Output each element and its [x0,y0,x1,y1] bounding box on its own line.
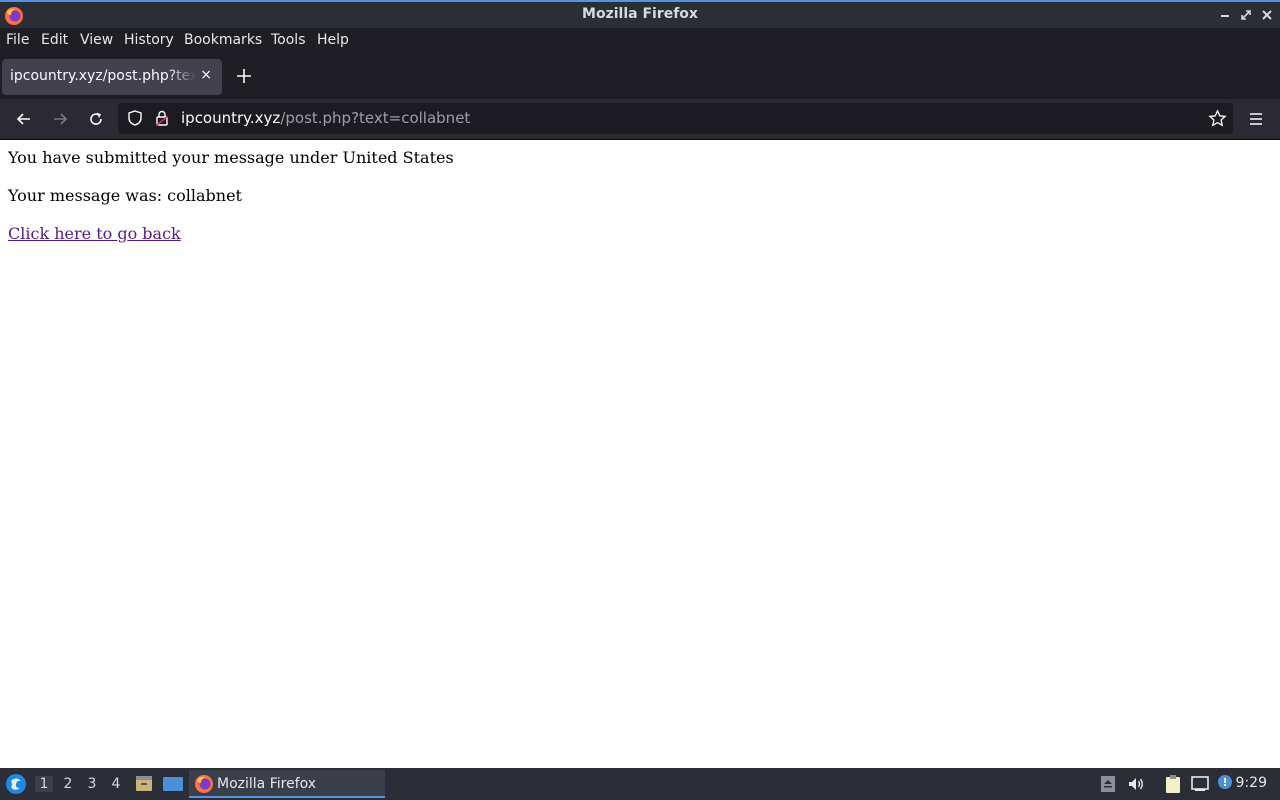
eject-icon[interactable] [1098,774,1118,794]
plus-icon [237,69,251,83]
lock-icon[interactable] [153,109,171,127]
close-window-button[interactable] [1258,6,1276,24]
arrow-right-icon [54,113,68,125]
url-path: /post.php?text=collabnet [280,109,471,127]
arrow-left-icon [16,113,30,125]
reload-icon [90,112,102,125]
new-tab-button[interactable] [234,66,254,86]
start-menu-icon[interactable] [5,773,27,795]
url-bar[interactable]: ipcountry.xyz/post.php?text=collabnet [118,103,1233,134]
clipboard-icon[interactable] [1163,774,1183,794]
maximize-button[interactable] [1237,6,1255,24]
menu-view[interactable]: View [80,32,113,48]
tab-strip: ipcountry.xyz/post.php?text=collabnet × [0,54,1280,99]
workspace-1[interactable]: 1 [35,776,53,792]
notification-icon[interactable] [1216,774,1236,794]
message-echo: Your message was: collabnet [8,186,242,205]
menu-tools[interactable]: Tools [271,32,306,48]
workspace-4[interactable]: 4 [107,776,125,792]
workspace-2[interactable]: 2 [59,776,77,792]
menu-file[interactable]: File [6,32,29,48]
firefox-icon [195,775,213,793]
tab-close-button[interactable]: × [200,67,212,83]
go-back-link[interactable]: Click here to go back [8,224,181,243]
url-text[interactable]: ipcountry.xyz/post.php?text=collabnet [181,109,470,127]
shield-icon[interactable] [126,109,144,127]
taskbar-firefox-window[interactable]: Mozilla Firefox [189,770,385,798]
taskbar: 1 2 3 4 Mozilla Firefox 9:29 [0,768,1280,800]
reload-button[interactable] [86,109,106,129]
window-titlebar: Mozilla Firefox [0,0,1280,28]
menu-history[interactable]: History [124,32,174,48]
desktop-icon[interactable] [162,774,184,794]
workspace-3[interactable]: 3 [83,776,101,792]
back-button[interactable] [14,109,34,129]
window-title: Mozilla Firefox [582,6,698,22]
tab-active[interactable]: ipcountry.xyz/post.php?text=collabnet × [2,59,222,95]
url-host: ipcountry.xyz [181,109,281,127]
minimize-button[interactable] [1216,6,1234,24]
minimize-icon [1221,15,1229,17]
forward-button[interactable] [50,109,70,129]
app-menu-button[interactable] [1246,109,1266,129]
hamburger-menu-icon [1250,113,1262,125]
file-manager-icon[interactable] [134,774,154,794]
tab-title: ipcountry.xyz/post.php?text=collabnet [10,68,196,84]
page-content: You have submitted your message under Un… [0,140,1280,768]
navigation-toolbar: ipcountry.xyz/post.php?text=collabnet [0,99,1280,140]
network-icon[interactable] [1190,774,1210,794]
close-icon [1262,10,1272,20]
taskbar-window-label: Mozilla Firefox [217,776,317,792]
volume-icon[interactable] [1126,774,1146,794]
menu-bar: File Edit View History Bookmarks Tools H… [0,28,1280,54]
back-link-paragraph: Click here to go back [8,224,181,243]
menu-help[interactable]: Help [317,32,349,48]
star-icon[interactable] [1208,109,1227,128]
menu-bookmarks[interactable]: Bookmarks [184,32,262,48]
clock[interactable]: 9:29 [1236,775,1267,791]
menu-edit[interactable]: Edit [41,32,68,48]
submission-message: You have submitted your message under Un… [8,148,454,167]
maximize-icon [1241,10,1251,20]
